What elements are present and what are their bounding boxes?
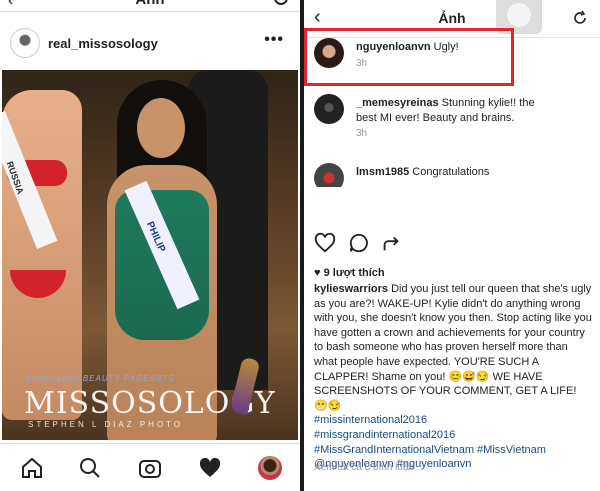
comments-panel: ‹ Ảnh nguyenloanvn Ugly! 3h _memesyreina… <box>304 0 600 491</box>
comment-body: nguyenloanvn Ugly! <box>356 40 459 55</box>
comment-username[interactable]: lmsm1985 <box>356 166 409 178</box>
left-post-panel: ‹ Ảnh real_missosology ••• RUSSIA PHILIP… <box>0 0 300 491</box>
view-all-comments-link[interactable]: Xem tất cả 8 bình luận <box>314 462 414 473</box>
hashtag[interactable]: #missinternational2016 <box>314 413 592 428</box>
post-header: real_missosology ••• <box>0 28 300 68</box>
avatar[interactable] <box>314 94 344 124</box>
comment-item: lmsm1985 Congratulations <box>314 163 590 187</box>
profile-icon[interactable] <box>258 456 282 480</box>
like-count-label: 9 lượt thích <box>323 267 385 279</box>
refresh-icon[interactable] <box>572 10 588 26</box>
comment-item: nguyenloanvn Ugly! 3h <box>314 38 590 78</box>
comment-body: _memesyreinas Stunning kylie!! the best … <box>356 96 556 126</box>
hashtag[interactable]: #missgrandinternational2016 <box>314 428 592 443</box>
avatar[interactable] <box>10 28 40 58</box>
camera-icon[interactable] <box>138 456 162 480</box>
avatar[interactable] <box>314 163 344 187</box>
search-icon[interactable] <box>78 456 102 480</box>
caption-username[interactable]: kylieswarriors <box>314 283 388 295</box>
heart-icon: ♥ <box>314 267 324 279</box>
top-bar: ‹ Ảnh <box>0 0 300 12</box>
comment-item: _memesyreinas Stunning kylie!! the best … <box>314 94 590 144</box>
post-actions <box>314 232 414 254</box>
comment-icon[interactable] <box>348 232 370 254</box>
heart-icon[interactable] <box>198 456 222 480</box>
comment-text: Congratulations <box>412 166 490 178</box>
comment-time: 3h <box>356 128 368 139</box>
post-username[interactable]: real_missosology <box>48 36 158 51</box>
comment-text: Ugly! <box>433 41 459 53</box>
comment-time: 3h <box>356 58 368 69</box>
watermark-photo-credit: STEPHEN L DIAZ PHOTO <box>28 420 184 429</box>
share-icon[interactable] <box>380 232 402 254</box>
top-bar-title: Ảnh <box>438 10 466 26</box>
comment-username[interactable]: nguyenloanvn <box>356 41 431 53</box>
caption-text: Did you just tell our queen that she's u… <box>314 283 592 412</box>
heart-icon[interactable] <box>314 232 336 254</box>
contestant-face <box>137 98 185 158</box>
comment-body: lmsm1985 Congratulations <box>356 165 556 180</box>
hashtag[interactable]: #MissGrandInternationalVietnam #MissViet… <box>314 443 592 458</box>
more-icon[interactable]: ••• <box>264 31 284 49</box>
post-photo[interactable]: RUSSIA PHILIP ANALYZING BEAUTY PAGEANTS … <box>2 70 298 440</box>
avatar[interactable] <box>314 38 344 68</box>
comment-username[interactable]: _memesyreinas <box>356 97 439 109</box>
home-icon[interactable] <box>20 456 44 480</box>
like-count[interactable]: ♥ 9 lượt thích <box>314 267 385 279</box>
bottom-nav <box>0 443 300 491</box>
watermark-tagline: ANALYZING BEAUTY PAGEANTS <box>26 374 175 383</box>
top-bar-title: Ảnh <box>0 0 300 8</box>
caption: kylieswarriors Did you just tell our que… <box>314 282 592 472</box>
